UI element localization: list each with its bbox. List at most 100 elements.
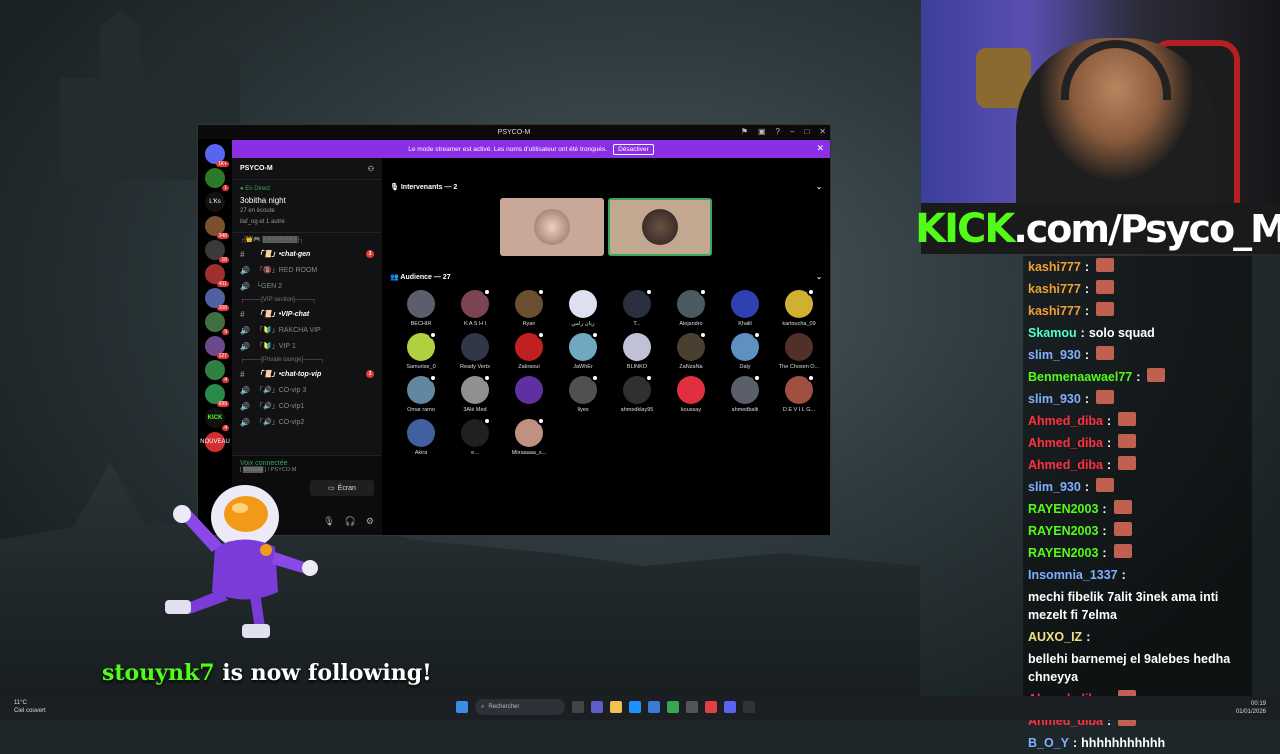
audience-member[interactable]: kartoucha_09 [772, 288, 826, 327]
obs-icon[interactable] [686, 701, 698, 713]
audience-member[interactable]: koussay [664, 376, 718, 413]
maximize-button[interactable]: □ [804, 127, 809, 136]
server-icon[interactable]: 127 [205, 336, 229, 359]
audience-member[interactable]: ريان رامي [556, 290, 610, 327]
channel-co-vip2[interactable]: 🔊 「🔊」CO-vip2 [232, 414, 382, 430]
app-icon[interactable] [705, 701, 717, 713]
file-explorer-icon[interactable] [610, 701, 622, 713]
chevron-down-icon[interactable]: ⌄ [816, 183, 822, 191]
audience-member[interactable]: Ryan [502, 288, 556, 327]
audience-member[interactable]: BLINKO [610, 333, 664, 370]
speakers-header[interactable]: 🎙 Intervenants — 2 ⌄ [390, 178, 822, 196]
audience-member[interactable]: Omar ramo [394, 374, 448, 413]
task-view-icon[interactable] [572, 701, 584, 713]
server-icon[interactable]: 348 [205, 216, 229, 239]
chat-username[interactable]: Ahmed_diba [1028, 456, 1103, 474]
speaker-tile[interactable] [500, 198, 604, 256]
audience-member[interactable]: Ilyes [556, 374, 610, 413]
channel-rakcha-vip[interactable]: 🔊 「🔰」RAKCHA VIP [232, 322, 382, 338]
chat-username[interactable]: RAYEN2003 [1028, 522, 1098, 540]
chat-username[interactable]: slim_930 [1028, 346, 1081, 364]
close-icon[interactable]: ✕ [816, 143, 824, 154]
audience-member[interactable]: Ready Vertx [448, 333, 502, 370]
settings-icon[interactable]: ⚙ [366, 516, 374, 527]
audience-member[interactable]: Samurise_0 [394, 331, 448, 370]
chat-username[interactable]: B_O_Y [1028, 734, 1069, 752]
microphone-icon[interactable]: 🎙 [323, 516, 334, 527]
server-icon[interactable]: 1K+ [205, 144, 229, 167]
chat-username[interactable]: Benmenaawael77 [1028, 368, 1132, 386]
audience-member[interactable]: Khalil [718, 290, 772, 327]
chat-username[interactable]: Ahmed_diba [1028, 412, 1103, 430]
server-icon[interactable]: 699 [205, 384, 229, 407]
audience-member[interactable] [502, 376, 556, 413]
chat-username[interactable]: Ahmed_diba [1028, 434, 1103, 452]
category-header[interactable]: ┌────[Private lounge]────┐ [232, 354, 382, 366]
audience-member[interactable]: K A S H I [448, 288, 502, 327]
audience-member[interactable]: ahmedbalti [718, 374, 772, 413]
audience-member[interactable]: ahmedklay95 [610, 374, 664, 413]
live-event[interactable]: ● En Direct 3obitha night 27 en écoute i… [232, 180, 382, 233]
audience-member[interactable]: Akira [394, 419, 448, 456]
channel-red-room[interactable]: 🔊 「🔞」RED ROOM [232, 262, 382, 278]
audience-member[interactable]: ZaNzaNa [664, 331, 718, 370]
store-icon[interactable] [648, 701, 660, 713]
server-icon[interactable]: NOUVEAU [200, 432, 230, 452]
chat-username[interactable]: Skamou [1028, 324, 1077, 342]
discord-icon[interactable] [724, 701, 736, 713]
chrome-icon[interactable] [667, 701, 679, 713]
server-icon[interactable]: 4 [205, 360, 229, 383]
server-icon[interactable]: 1 [205, 168, 229, 191]
search-box[interactable]: ⌕ Rechercher [475, 699, 565, 715]
audience-member[interactable]: T... [610, 288, 664, 327]
server-icon[interactable]: 411 [205, 264, 229, 287]
channel-chat-gen[interactable]: # 「📜」•chat-gen 1 [232, 246, 382, 262]
speaker-tile-active[interactable] [608, 198, 712, 256]
audience-member[interactable]: BECHIR [394, 290, 448, 327]
audience-member[interactable]: 3Alé Med [448, 374, 502, 413]
server-icon[interactable]: KICK 4 [205, 408, 229, 431]
channel-gen-2[interactable]: 🔊 └GEN 2 [232, 278, 382, 294]
category-header[interactable]: ┌[👑🎮 ▓▓▓▓▓▓▓▓]┐ [232, 233, 382, 246]
disable-streamer-button[interactable]: Désactiver [613, 143, 654, 155]
audience-member[interactable]: JaWhEr [556, 331, 610, 370]
channel-chat-top-vip[interactable]: # 「📜」•chat-top-vip 1 [232, 366, 382, 382]
chat-username[interactable]: RAYEN2003 [1028, 544, 1098, 562]
audience-member[interactable]: Miiraaaaa_s... [502, 417, 556, 456]
channel-vip-chat[interactable]: # 「📜」•VIP-chat [232, 306, 382, 322]
channel-co-vip-3[interactable]: 🔊 「🔊」CO-vip 3 [232, 382, 382, 398]
chat-username[interactable]: kashi777 [1028, 280, 1081, 298]
audience-member[interactable]: Alejandro [664, 288, 718, 327]
start-icon[interactable] [456, 701, 468, 713]
chat-username[interactable]: Insomnia_1337 [1028, 566, 1118, 584]
chat-username[interactable]: kashi777 [1028, 258, 1081, 276]
audience-member[interactable]: Zakraoui [502, 331, 556, 370]
server-header[interactable]: PSYCO-M ⚇ [232, 158, 382, 180]
server-icon[interactable]: 108 [205, 288, 229, 311]
clock[interactable]: 00:19 01/01/2026 [1236, 700, 1266, 716]
chat-username[interactable]: AUXO_IZ [1028, 628, 1082, 646]
audience-member[interactable]: e... [448, 417, 502, 456]
chat-username[interactable]: slim_930 [1028, 390, 1081, 408]
minimize-button[interactable]: – [790, 127, 794, 136]
chat-username[interactable]: slim_930 [1028, 478, 1081, 496]
edge-icon[interactable] [629, 701, 641, 713]
chat-username[interactable]: RAYEN2003 [1028, 500, 1098, 518]
category-header[interactable]: ┌────[VIP section]────┐ [232, 294, 382, 306]
server-icon[interactable]: L'Ks [205, 192, 225, 212]
audience-header[interactable]: 👥 Audience — 27 ⌄ [390, 268, 822, 286]
chat-username[interactable]: kashi777 [1028, 302, 1081, 320]
audience-member[interactable]: D E V I L G... [772, 374, 826, 413]
app-icon[interactable] [743, 701, 755, 713]
inbox-icon[interactable]: ⚑ [741, 127, 748, 136]
server-icon[interactable]: 18 [205, 240, 229, 263]
channel-vip-1[interactable]: 🔊 「🔰」VIP 1 [232, 338, 382, 354]
audience-member[interactable]: Daly [718, 331, 772, 370]
server-icon[interactable]: 9 [205, 312, 229, 335]
headphones-icon[interactable]: 🎧 [345, 516, 356, 527]
channel-co-vip1[interactable]: 🔊 「🔊」CO-vip1 [232, 398, 382, 414]
teams-icon[interactable] [591, 701, 603, 713]
add-member-icon[interactable]: ⚇ [368, 165, 374, 173]
help-icon[interactable]: ? [776, 127, 780, 136]
chevron-down-icon[interactable]: ⌄ [816, 273, 822, 281]
